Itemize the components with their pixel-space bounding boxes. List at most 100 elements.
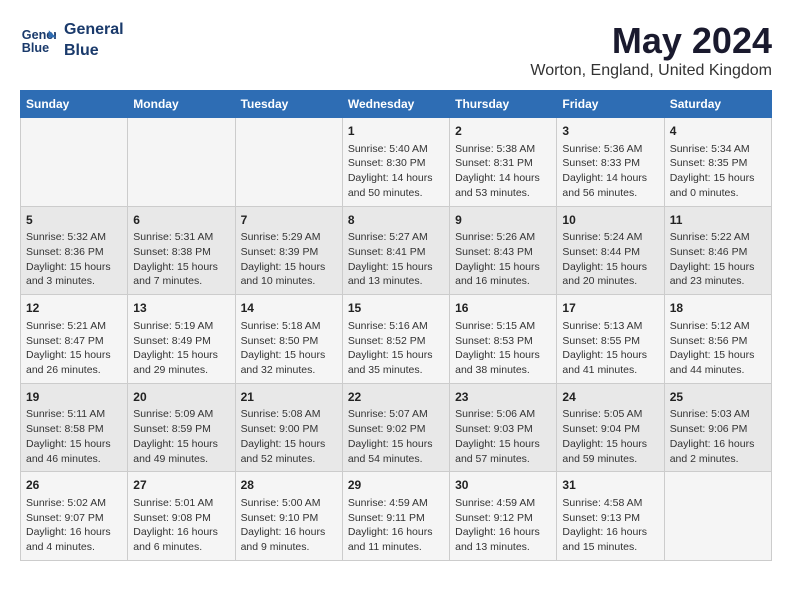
day-number: 26 bbox=[26, 477, 122, 494]
day-number: 28 bbox=[241, 477, 337, 494]
calendar-cell: 10Sunrise: 5:24 AMSunset: 8:44 PMDayligh… bbox=[557, 206, 664, 295]
day-number: 9 bbox=[455, 212, 551, 229]
day-number: 7 bbox=[241, 212, 337, 229]
calendar-cell: 22Sunrise: 5:07 AMSunset: 9:02 PMDayligh… bbox=[342, 383, 449, 472]
day-number: 23 bbox=[455, 389, 551, 406]
calendar-header-row: SundayMondayTuesdayWednesdayThursdayFrid… bbox=[21, 91, 772, 118]
day-number: 17 bbox=[562, 300, 658, 317]
day-number: 31 bbox=[562, 477, 658, 494]
day-number: 2 bbox=[455, 123, 551, 140]
cell-content: Sunrise: 5:38 AMSunset: 8:31 PMDaylight:… bbox=[455, 142, 551, 201]
column-header-tuesday: Tuesday bbox=[235, 91, 342, 118]
cell-content: Sunrise: 5:27 AMSunset: 8:41 PMDaylight:… bbox=[348, 230, 444, 289]
logo-text: General Blue bbox=[64, 20, 124, 62]
column-header-friday: Friday bbox=[557, 91, 664, 118]
day-number: 1 bbox=[348, 123, 444, 140]
cell-content: Sunrise: 5:22 AMSunset: 8:46 PMDaylight:… bbox=[670, 230, 766, 289]
calendar-cell: 21Sunrise: 5:08 AMSunset: 9:00 PMDayligh… bbox=[235, 383, 342, 472]
cell-content: Sunrise: 5:09 AMSunset: 8:59 PMDaylight:… bbox=[133, 407, 229, 466]
cell-content: Sunrise: 5:31 AMSunset: 8:38 PMDaylight:… bbox=[133, 230, 229, 289]
calendar-cell: 3 Sunrise: 5:36 AMSunset: 8:33 PMDaylight… bbox=[557, 118, 664, 207]
calendar-cell: 18 Sunrise: 5:12 AMSunset: 8:56 PMDayligh… bbox=[664, 295, 771, 384]
day-number: 19 bbox=[26, 389, 122, 406]
cell-content: Sunrise: 5:05 AMSunset: 9:04 PMDaylight:… bbox=[562, 407, 658, 466]
cell-content: Sunrise: 5:36 AMSunset: 8:33 PMDaylight:… bbox=[562, 142, 658, 201]
calendar-week-row: 1 Sunrise: 5:40 AMSunset: 8:30 PMDaylight… bbox=[21, 118, 772, 207]
cell-content: Sunrise: 5:40 AMSunset: 8:30 PMDaylight:… bbox=[348, 142, 444, 201]
cell-content: Sunrise: 4:59 AMSunset: 9:11 PMDaylight:… bbox=[348, 496, 444, 555]
calendar-cell bbox=[128, 118, 235, 207]
cell-content: Sunrise: 5:12 AMSunset: 8:56 PMDaylight:… bbox=[670, 319, 766, 378]
calendar-cell: 1 Sunrise: 5:40 AMSunset: 8:30 PMDaylight… bbox=[342, 118, 449, 207]
calendar-cell bbox=[21, 118, 128, 207]
svg-text:Blue: Blue bbox=[22, 41, 49, 55]
calendar-cell bbox=[235, 118, 342, 207]
calendar-week-row: 5Sunrise: 5:32 AMSunset: 8:36 PMDaylight… bbox=[21, 206, 772, 295]
day-number: 14 bbox=[241, 300, 337, 317]
cell-content: Sunrise: 5:34 AMSunset: 8:35 PMDaylight:… bbox=[670, 142, 766, 201]
calendar-cell: 19Sunrise: 5:11 AMSunset: 8:58 PMDayligh… bbox=[21, 383, 128, 472]
day-number: 25 bbox=[670, 389, 766, 406]
calendar-cell: 11Sunrise: 5:22 AMSunset: 8:46 PMDayligh… bbox=[664, 206, 771, 295]
cell-content: Sunrise: 5:15 AMSunset: 8:53 PMDaylight:… bbox=[455, 319, 551, 378]
cell-content: Sunrise: 5:32 AMSunset: 8:36 PMDaylight:… bbox=[26, 230, 122, 289]
cell-content: Sunrise: 5:01 AMSunset: 9:08 PMDaylight:… bbox=[133, 496, 229, 555]
calendar-cell: 17Sunrise: 5:13 AMSunset: 8:55 PMDayligh… bbox=[557, 295, 664, 384]
calendar-cell: 9Sunrise: 5:26 AMSunset: 8:43 PMDaylight… bbox=[450, 206, 557, 295]
cell-content: Sunrise: 5:07 AMSunset: 9:02 PMDaylight:… bbox=[348, 407, 444, 466]
calendar-cell: 16 Sunrise: 5:15 AMSunset: 8:53 PMDayligh… bbox=[450, 295, 557, 384]
title-block: May 2024 Worton, England, United Kingdom bbox=[530, 20, 772, 80]
calendar-cell: 4 Sunrise: 5:34 AMSunset: 8:35 PMDaylight… bbox=[664, 118, 771, 207]
calendar-cell: 24Sunrise: 5:05 AMSunset: 9:04 PMDayligh… bbox=[557, 383, 664, 472]
cell-content: Sunrise: 5:26 AMSunset: 8:43 PMDaylight:… bbox=[455, 230, 551, 289]
calendar-cell: 5Sunrise: 5:32 AMSunset: 8:36 PMDaylight… bbox=[21, 206, 128, 295]
calendar-table: SundayMondayTuesdayWednesdayThursdayFrid… bbox=[20, 90, 772, 561]
cell-content: Sunrise: 5:19 AMSunset: 8:49 PMDaylight:… bbox=[133, 319, 229, 378]
calendar-cell: 26Sunrise: 5:02 AMSunset: 9:07 PMDayligh… bbox=[21, 472, 128, 561]
calendar-cell: 12Sunrise: 5:21 AMSunset: 8:47 PMDayligh… bbox=[21, 295, 128, 384]
calendar-cell bbox=[664, 472, 771, 561]
logo: General Blue General Blue bbox=[20, 20, 124, 62]
day-number: 5 bbox=[26, 212, 122, 229]
cell-content: Sunrise: 5:18 AMSunset: 8:50 PMDaylight:… bbox=[241, 319, 337, 378]
column-header-wednesday: Wednesday bbox=[342, 91, 449, 118]
day-number: 24 bbox=[562, 389, 658, 406]
calendar-cell: 29 Sunrise: 4:59 AMSunset: 9:11 PMDayligh… bbox=[342, 472, 449, 561]
day-number: 20 bbox=[133, 389, 229, 406]
day-number: 8 bbox=[348, 212, 444, 229]
calendar-cell: 7Sunrise: 5:29 AMSunset: 8:39 PMDaylight… bbox=[235, 206, 342, 295]
day-number: 18 bbox=[670, 300, 766, 317]
page-subtitle: Worton, England, United Kingdom bbox=[530, 62, 772, 80]
day-number: 10 bbox=[562, 212, 658, 229]
column-header-monday: Monday bbox=[128, 91, 235, 118]
day-number: 16 bbox=[455, 300, 551, 317]
calendar-cell: 27Sunrise: 5:01 AMSunset: 9:08 PMDayligh… bbox=[128, 472, 235, 561]
cell-content: Sunrise: 5:11 AMSunset: 8:58 PMDaylight:… bbox=[26, 407, 122, 466]
column-header-thursday: Thursday bbox=[450, 91, 557, 118]
page-title: May 2024 bbox=[530, 20, 772, 62]
cell-content: Sunrise: 5:06 AMSunset: 9:03 PMDaylight:… bbox=[455, 407, 551, 466]
calendar-cell: 15 Sunrise: 5:16 AMSunset: 8:52 PMDayligh… bbox=[342, 295, 449, 384]
day-number: 3 bbox=[562, 123, 658, 140]
day-number: 12 bbox=[26, 300, 122, 317]
cell-content: Sunrise: 5:08 AMSunset: 9:00 PMDaylight:… bbox=[241, 407, 337, 466]
calendar-cell: 31 Sunrise: 4:58 AMSunset: 9:13 PMDayligh… bbox=[557, 472, 664, 561]
calendar-week-row: 12Sunrise: 5:21 AMSunset: 8:47 PMDayligh… bbox=[21, 295, 772, 384]
cell-content: Sunrise: 5:16 AMSunset: 8:52 PMDaylight:… bbox=[348, 319, 444, 378]
day-number: 29 bbox=[348, 477, 444, 494]
column-header-sunday: Sunday bbox=[21, 91, 128, 118]
calendar-cell: 23Sunrise: 5:06 AMSunset: 9:03 PMDayligh… bbox=[450, 383, 557, 472]
calendar-cell: 2 Sunrise: 5:38 AMSunset: 8:31 PMDaylight… bbox=[450, 118, 557, 207]
cell-content: Sunrise: 4:58 AMSunset: 9:13 PMDaylight:… bbox=[562, 496, 658, 555]
cell-content: Sunrise: 5:00 AMSunset: 9:10 PMDaylight:… bbox=[241, 496, 337, 555]
column-header-saturday: Saturday bbox=[664, 91, 771, 118]
day-number: 6 bbox=[133, 212, 229, 229]
day-number: 15 bbox=[348, 300, 444, 317]
logo-icon: General Blue bbox=[20, 23, 56, 59]
calendar-cell: 14 Sunrise: 5:18 AMSunset: 8:50 PMDayligh… bbox=[235, 295, 342, 384]
calendar-week-row: 19Sunrise: 5:11 AMSunset: 8:58 PMDayligh… bbox=[21, 383, 772, 472]
calendar-cell: 30Sunrise: 4:59 AMSunset: 9:12 PMDayligh… bbox=[450, 472, 557, 561]
calendar-cell: 28 Sunrise: 5:00 AMSunset: 9:10 PMDayligh… bbox=[235, 472, 342, 561]
calendar-cell: 6Sunrise: 5:31 AMSunset: 8:38 PMDaylight… bbox=[128, 206, 235, 295]
day-number: 4 bbox=[670, 123, 766, 140]
